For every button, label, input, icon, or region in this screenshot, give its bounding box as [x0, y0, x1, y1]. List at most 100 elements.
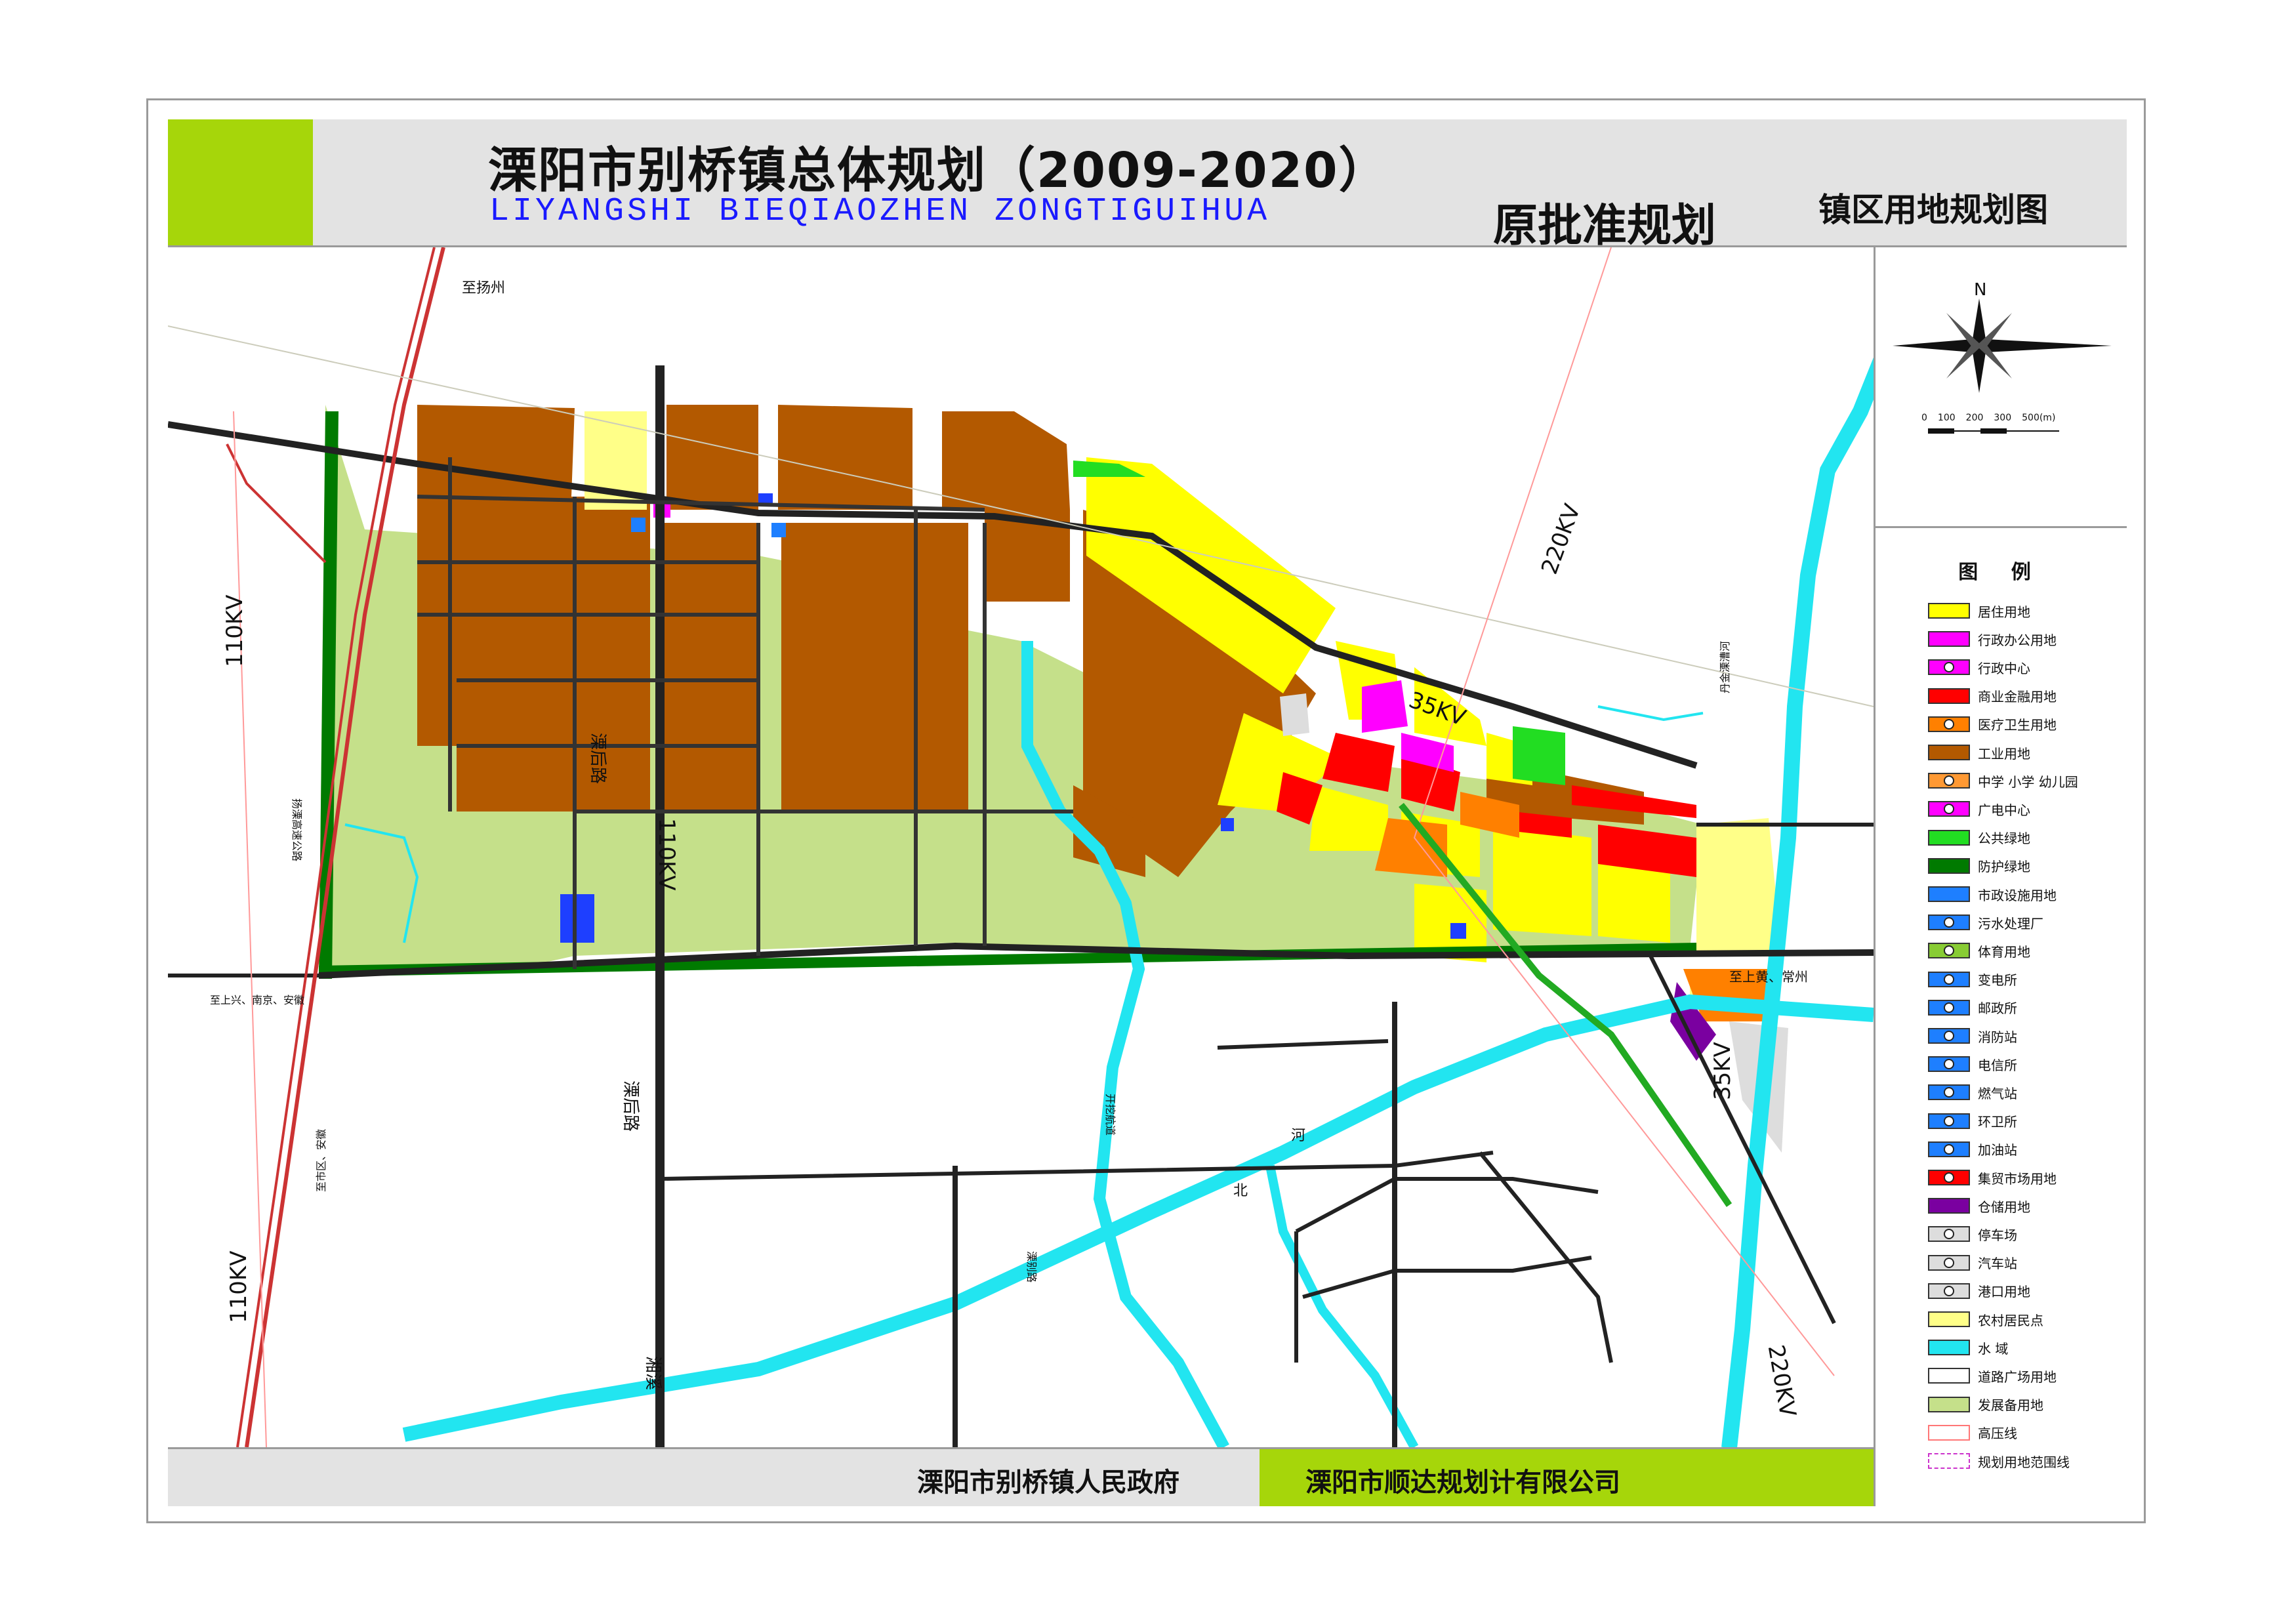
compass-panel: N 0 100 200 300 500(m) [1876, 247, 2127, 528]
legend-swatch [1928, 914, 1970, 931]
legend-symbol-icon [1944, 1285, 1954, 1296]
legend-swatch [1928, 745, 1970, 760]
river-north [402, 994, 1874, 1442]
legend-label: 行政办公用地 [1978, 632, 2057, 648]
legend-symbol-icon [1944, 1172, 1954, 1183]
legend-symbol-icon [1944, 974, 1954, 985]
legend-label: 居住用地 [1978, 604, 2030, 620]
legend-item: 高压线 [1928, 1424, 2017, 1442]
legend-symbol-icon [1944, 1115, 1954, 1126]
legend-swatch [1928, 659, 1970, 676]
legend-label: 仓储用地 [1978, 1199, 2030, 1215]
legend-item: 道路广场用地 [1928, 1366, 2057, 1385]
legend-swatch [1928, 773, 1970, 789]
label-road-yangli: 扬溧高速公路 [291, 798, 303, 862]
legend-label: 汽车站 [1978, 1256, 2017, 1272]
label-river-kaiwa: 开挖航道 [1104, 1094, 1117, 1136]
rural-settlement [1696, 818, 1782, 956]
legend-swatch [1928, 1311, 1970, 1327]
legend-symbol-icon [1944, 662, 1954, 673]
legend-symbol-icon [1944, 718, 1954, 729]
legend-label: 加油站 [1978, 1142, 2017, 1159]
legend-label: 中学 小学 幼儿园 [1978, 773, 2078, 790]
legend-label: 水 域 [1978, 1340, 2009, 1357]
legend-label: 广电中心 [1978, 802, 2030, 818]
legend-item: 水 域 [1928, 1338, 2008, 1357]
facility-telecom [1221, 818, 1234, 831]
legend-item: 行政办公用地 [1928, 630, 2057, 648]
legend-swatch [1928, 1396, 1970, 1412]
industrial-block [942, 411, 1070, 510]
legend-item: 防护绿地 [1928, 857, 2030, 875]
legend-item: 停车场 [1928, 1225, 2017, 1243]
facility-substation [631, 518, 646, 532]
legend-swatch [1928, 1254, 1970, 1271]
label-road-lihou-2: 溧后路 [621, 1080, 640, 1132]
legend-panel: N 0 100 200 300 500(m) 图 例 居住用地行政办公用地行政中… [1874, 247, 2127, 1506]
legend-symbol-icon [1944, 1059, 1954, 1070]
legend-symbol-icon [1944, 945, 1954, 956]
legend-swatch [1928, 1056, 1970, 1073]
legend-item: 邮政所 [1928, 998, 2017, 1017]
legend-item: 污水处理厂 [1928, 913, 2043, 932]
legend-symbol-icon [1944, 1002, 1954, 1013]
legend-item: 环卫所 [1928, 1112, 2017, 1130]
legend-item: 公共绿地 [1928, 829, 2030, 847]
plan-title-pinyin: LIYANGSHI BIEQIAOZHEN ZONGTIGUIHUA [489, 193, 1271, 230]
legend-label: 公共绿地 [1978, 831, 2030, 847]
legend-label: 商业金融用地 [1978, 689, 2057, 705]
sewage-plant [560, 894, 594, 943]
map-svg [168, 247, 1874, 1447]
label-road-libie: 溧别路 [1025, 1251, 1038, 1283]
legend-item: 医疗卫生用地 [1928, 715, 2057, 733]
label-road-lihou-1: 溧后路 [588, 733, 607, 785]
legend-swatch [1928, 886, 1970, 902]
legend-item: 消防站 [1928, 1027, 2017, 1045]
legend-item: 农村居民点 [1928, 1310, 2043, 1328]
legend-label: 农村居民点 [1978, 1312, 2043, 1328]
legend-label: 集贸市场用地 [1978, 1170, 2057, 1187]
scale-label: 100 [1937, 413, 1956, 423]
road-secondary [1217, 1039, 1389, 1050]
expressway-ramp [226, 443, 327, 564]
legend-item: 居住用地 [1928, 602, 2030, 620]
label-110kv-c: 110KV [226, 1250, 252, 1323]
legend-swatch [1928, 1424, 1970, 1441]
road-secondary [1302, 1256, 1592, 1299]
legend-title: 图 例 [1958, 561, 2044, 584]
legend-swatch [1928, 829, 1970, 846]
government-name: 溧阳市别桥镇人民政府 [917, 1468, 1179, 1498]
legend-item: 商业金融用地 [1928, 687, 2057, 705]
legend-symbol-icon [1944, 1031, 1954, 1041]
sheet-name: 镇区用地规划图 [1818, 191, 2048, 229]
legend-item: 加油站 [1928, 1140, 2017, 1159]
legend-swatch [1928, 1170, 1970, 1185]
legend-item: 行政中心 [1928, 658, 2030, 676]
legend-symbol-icon [1944, 1143, 1954, 1155]
label-35kv-b: 35KV [1710, 1042, 1736, 1100]
legend-item: 工业用地 [1928, 743, 2030, 762]
legend-label: 发展备用地 [1978, 1397, 2043, 1414]
legend-item: 港口用地 [1928, 1282, 2030, 1300]
legend-symbol-icon [1944, 1229, 1954, 1240]
legend-label: 港口用地 [1978, 1284, 2030, 1300]
scale-bar-labels: 0 100 200 300 500(m) [1921, 413, 2055, 423]
legend-swatch [1928, 943, 1970, 959]
legend-swatch [1928, 716, 1970, 732]
label-river-danjin: 丹金溧漕河 [1719, 640, 1731, 693]
label-road-xiang: 湘溪 [643, 1356, 663, 1391]
creek [1597, 705, 1704, 722]
title-bar-accent [168, 119, 313, 245]
legend-symbol-icon [1944, 804, 1954, 815]
legend-symbol-icon [1944, 775, 1954, 787]
label-to-shanghuang: 至上黄、常州 [1729, 969, 1808, 985]
legend-swatch [1928, 1226, 1970, 1243]
legend-label: 污水处理厂 [1978, 915, 2043, 932]
legend-label: 电信所 [1978, 1057, 2017, 1073]
administrative-block [1362, 680, 1408, 733]
legend-label: 工业用地 [1978, 745, 2030, 762]
road-secondary [659, 1151, 1494, 1181]
land-use-map: 至扬州 至上兴、南京、安徽 至上黄、常州 至市区、安徽 溧后路 溧后路 扬溧高速… [168, 247, 1874, 1447]
legend-swatch [1928, 1113, 1970, 1129]
facility-gas [1450, 923, 1466, 939]
